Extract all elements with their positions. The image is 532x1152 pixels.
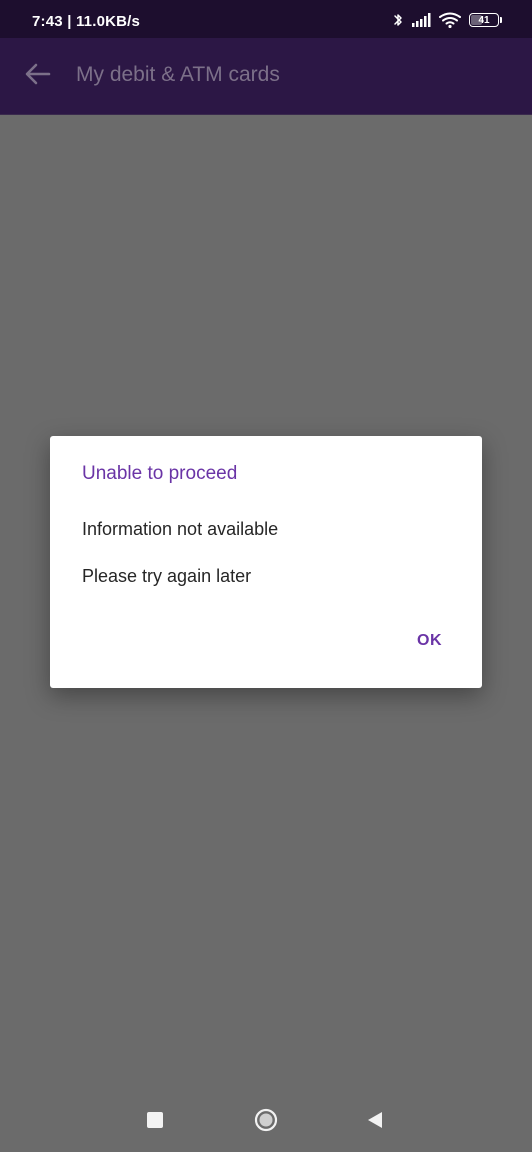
back-button[interactable] [22,60,54,92]
dialog-title: Unable to proceed [82,463,238,484]
wifi-icon [439,12,461,28]
recents-square-icon[interactable] [147,1112,163,1128]
status-icons: 41 [393,12,502,28]
navigation-bar [0,1086,532,1152]
dialog-message-line2: Please try again later [82,566,252,586]
battery-tip [500,17,502,23]
battery-icon: 41 [469,13,502,27]
home-circle-icon[interactable] [254,1108,278,1132]
error-dialog: Unable to proceed Information not availa… [50,436,482,688]
back-triangle-icon[interactable] [366,1111,384,1129]
ok-button[interactable]: OK [413,630,446,652]
status-bar: 7:43 | 11.0KB/s 41 [0,0,532,38]
signal-icon [411,13,431,27]
dialog-message-line1: Information not available [82,519,279,539]
battery-body: 41 [469,13,499,27]
arrow-back-icon [25,63,51,90]
bluetooth-icon [393,12,403,28]
battery-level: 41 [478,14,490,26]
page-title: My debit & ATM cards [76,63,280,86]
status-time: 7:43 | 11.0KB/s [32,13,141,30]
app-bar: My debit & ATM cards [0,38,532,115]
